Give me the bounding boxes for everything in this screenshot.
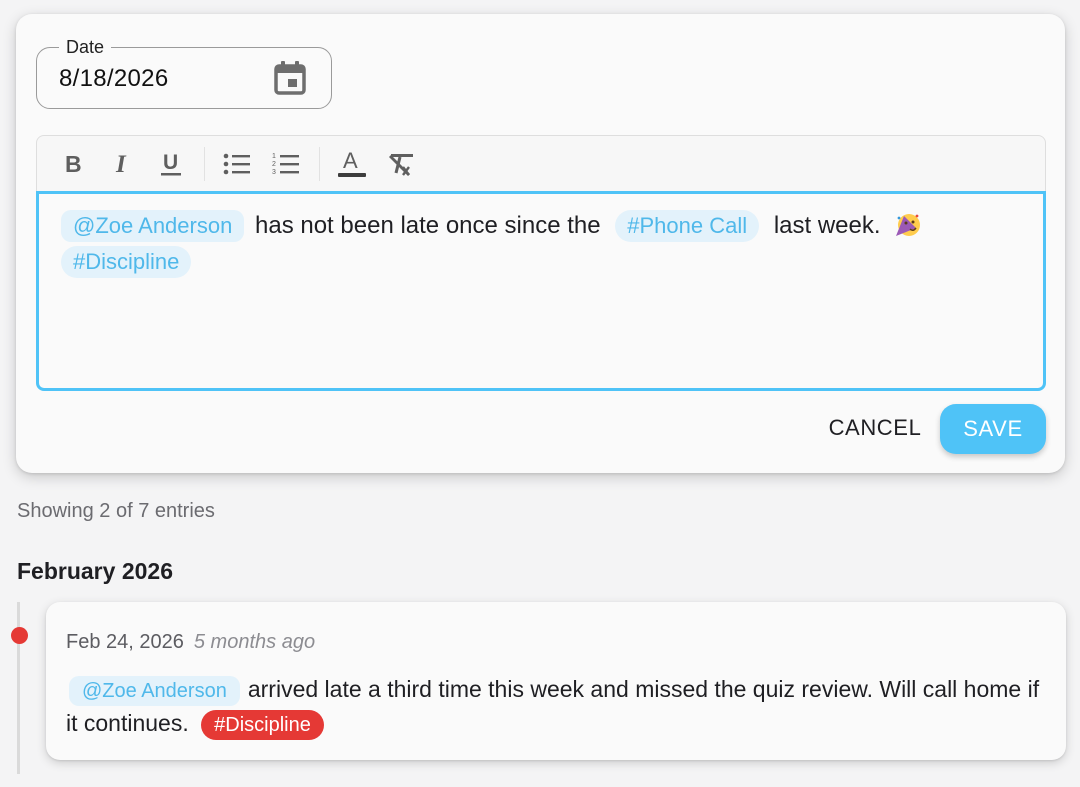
student-mention[interactable]: @Zoe Anderson [69, 676, 240, 706]
bold-glyph: B [65, 152, 82, 176]
entry-text-input[interactable]: @Zoe Anderson has not been late once sin… [36, 191, 1046, 391]
date-value[interactable]: 8/18/2026 [59, 65, 168, 93]
bulleted-list-icon [223, 153, 250, 174]
format-toolbar: B I U 1 2 3 A [36, 135, 1046, 191]
entry-text: has not been late once since the [255, 212, 601, 239]
rich-text-editor: B I U 1 2 3 A @Zoe Anderson has not been… [36, 135, 1046, 391]
entry-card[interactable]: Feb 24, 2026 5 months ago @Zoe Anderson ar… [46, 602, 1066, 760]
date-label: Date [59, 37, 112, 58]
text-color-button[interactable]: A [336, 148, 368, 180]
clear-format-button[interactable] [385, 148, 417, 180]
numbered-list-icon: 1 2 3 [272, 153, 299, 176]
entry-text: last week. [773, 212, 881, 239]
calendar-icon[interactable] [273, 60, 307, 96]
entry-date: Feb 24, 2026 5 months ago [66, 631, 315, 654]
save-button[interactable]: SAVE [940, 404, 1046, 454]
underline-glyph: U [163, 151, 178, 174]
svg-text:2: 2 [272, 161, 276, 168]
svg-text:3: 3 [272, 169, 276, 176]
text-color-glyph: A [343, 148, 358, 173]
svg-text:1: 1 [272, 153, 276, 160]
discipline-tag[interactable]: #Discipline [201, 710, 324, 740]
tag-chip[interactable]: #Phone Call [615, 210, 760, 242]
timeline-dot [11, 627, 28, 644]
entry-date-text: Feb 24, 2026 [66, 631, 184, 653]
underline-button[interactable]: U [155, 148, 187, 180]
date-field[interactable]: Date 8/18/2026 [36, 37, 332, 109]
tag-chip[interactable]: #Discipline [61, 246, 192, 278]
bulleted-list-button[interactable] [221, 148, 253, 180]
entry-relative-time: 5 months ago [193, 631, 316, 653]
student-mention[interactable]: @Zoe Anderson [61, 210, 245, 242]
toolbar-divider [319, 146, 320, 181]
numbered-list-button[interactable]: 1 2 3 [270, 148, 302, 180]
italic-glyph: I [115, 152, 127, 176]
text-color-icon: A [338, 148, 366, 177]
partying-face-icon [895, 211, 921, 237]
entries-count: Showing 2 of 7 entries [17, 500, 215, 522]
toolbar-divider [204, 146, 205, 181]
clear-format-icon [389, 153, 413, 176]
entry-editor-card: Date 8/18/2026 B I U 1 2 3 A @Zoe Anders… [16, 14, 1065, 473]
entry-body: @Zoe Anderson arrived late a third time t… [66, 672, 1046, 740]
cancel-button[interactable]: CANCEL [816, 406, 934, 450]
bold-button[interactable]: B [57, 148, 89, 180]
month-heading: February 2026 [17, 558, 173, 584]
italic-button[interactable]: I [106, 148, 138, 180]
